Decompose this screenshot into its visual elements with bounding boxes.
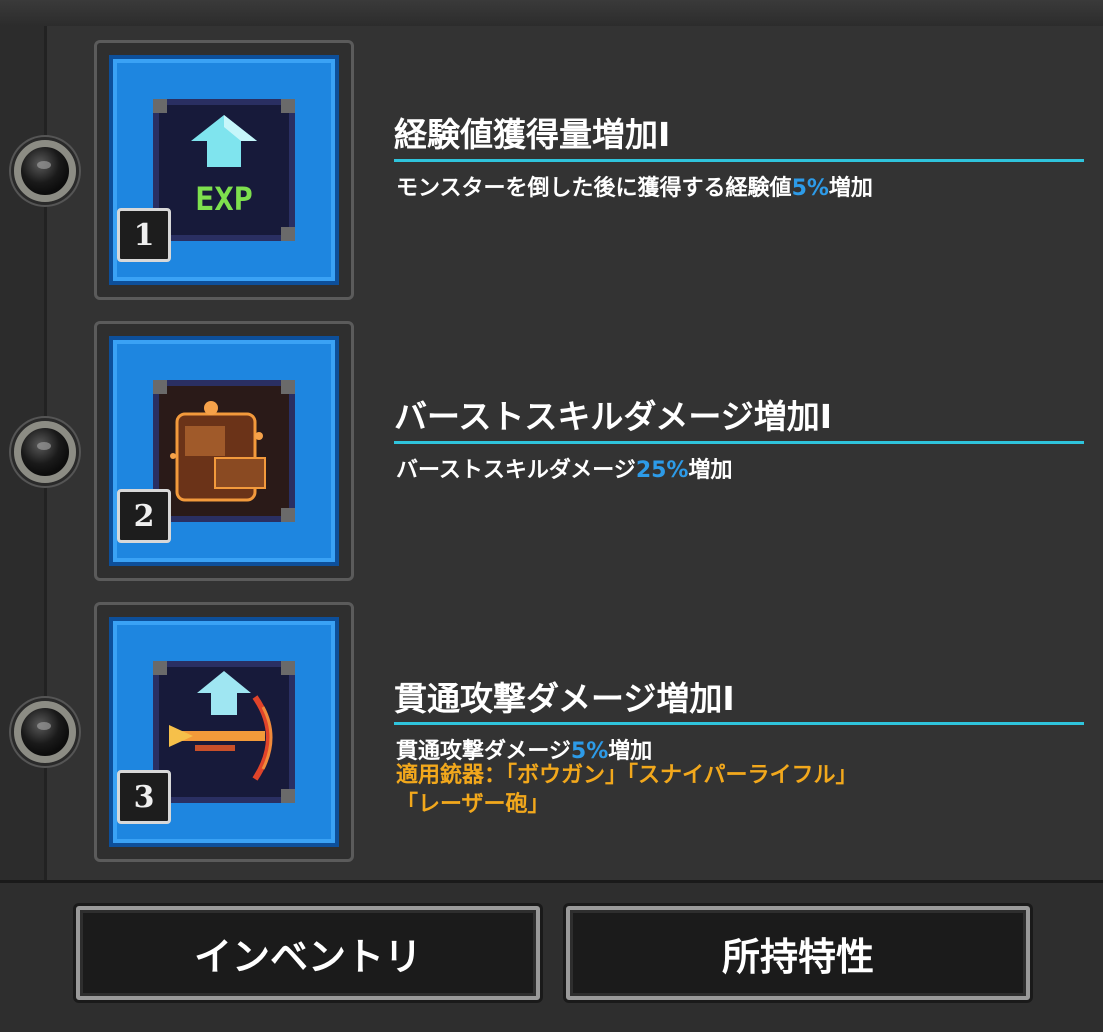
desc-prefix: モンスターを倒した後に獲得する経験値 <box>396 176 792 201</box>
frame-corner <box>281 789 295 803</box>
frame-corner <box>281 380 295 394</box>
frame-corner <box>153 380 167 394</box>
skill-description: モンスターを倒した後に獲得する経験値5%増加 <box>396 170 873 202</box>
skill-title: 経験値獲得量増加I <box>394 115 671 154</box>
desc-value: 5% <box>791 176 829 201</box>
binder-ring <box>14 140 76 202</box>
frame-corner <box>281 99 295 113</box>
desc-value: 5% <box>570 739 609 764</box>
frame-corner <box>281 227 295 241</box>
desc-prefix: バーストスキルダメージ <box>396 458 636 483</box>
exp-label: EXP <box>195 180 253 218</box>
frame-corner <box>153 99 167 113</box>
title-underline <box>394 722 1084 725</box>
desc-suffix: 増加 <box>688 458 733 483</box>
frame-corner <box>281 508 295 522</box>
binder-ring <box>14 701 76 763</box>
desc-suffix: 増加 <box>608 739 653 764</box>
owned-traits-button[interactable]: 所持特性 <box>566 906 1030 1000</box>
desc-prefix: 貫通攻撃ダメージ <box>396 739 571 764</box>
exp-up-icon: EXP <box>153 99 295 241</box>
frame-corner <box>281 661 295 675</box>
title-underline <box>394 159 1084 162</box>
inventory-button[interactable]: インベントリ <box>76 906 540 1000</box>
pierce-arrow-icon <box>153 661 295 803</box>
top-frame <box>0 0 1103 29</box>
skill-number-badge: 2 <box>117 489 171 543</box>
skill-title: 貫通攻撃ダメージ増加I <box>394 679 735 718</box>
skill-description: 貫通攻撃ダメージ5%増加 <box>396 733 652 765</box>
desc-suffix: 増加 <box>828 176 873 201</box>
skill-title: バーストスキルダメージ増加I <box>394 397 832 436</box>
applicable-weapons-line2: 「レーザー砲」 <box>396 792 550 817</box>
skill-icon-pierce[interactable]: 3 <box>94 602 354 862</box>
desc-value: 25% <box>635 458 689 483</box>
skill-number-badge: 3 <box>117 770 171 824</box>
skill-description: バーストスキルダメージ25%増加 <box>396 452 733 484</box>
title-underline <box>394 441 1084 444</box>
skill-icon-exp[interactable]: EXP 1 <box>94 40 354 300</box>
binder-ring <box>14 421 76 483</box>
frame-corner <box>153 661 167 675</box>
applicable-weapons-line1: 適用銃器：「ボウガン」「スナイパーライフル」 <box>396 763 858 788</box>
burst-fist-icon <box>153 380 295 522</box>
skill-icon-burst[interactable]: 2 <box>94 321 354 581</box>
skill-number-badge: 1 <box>117 208 171 262</box>
